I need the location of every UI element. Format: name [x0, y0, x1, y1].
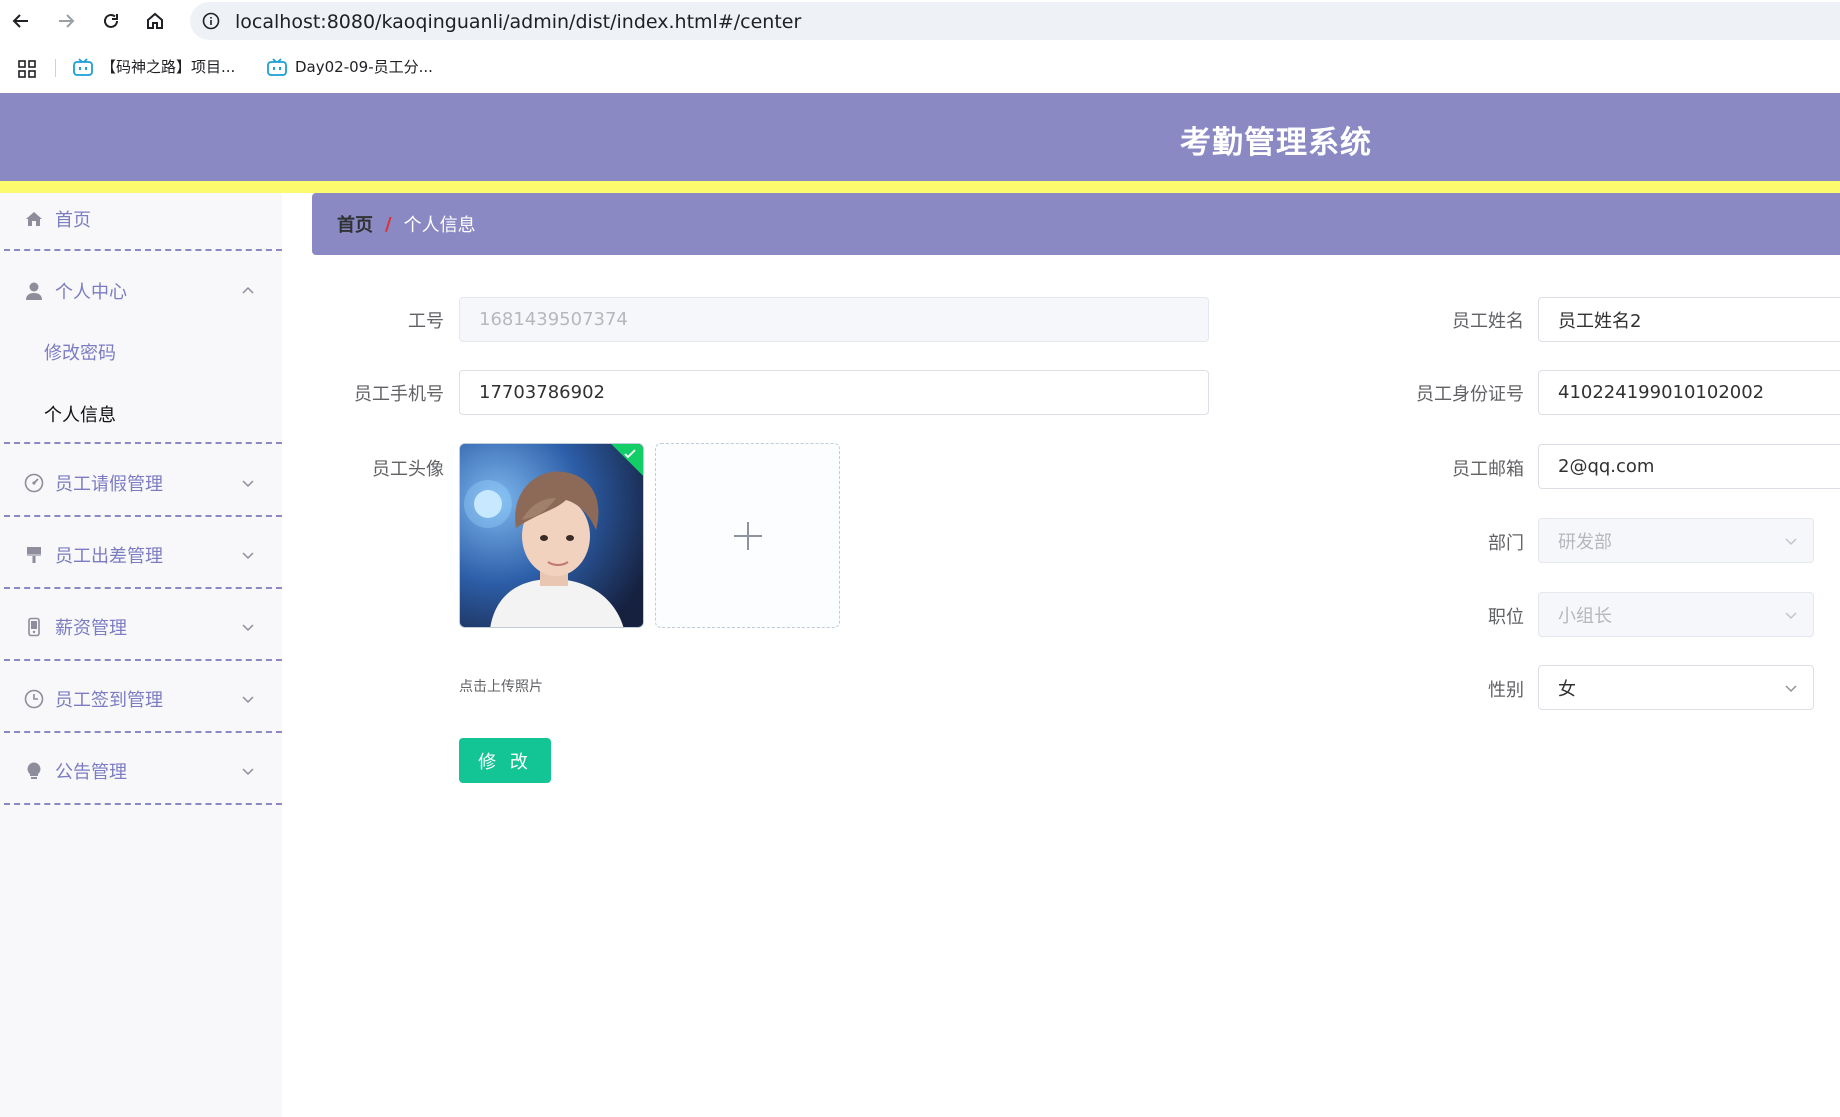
sidebar-item-label: 员工签到管理 — [55, 690, 163, 711]
bookmarks-bar: 【码神之路】项目... Day02-09-员工分... — [0, 50, 1840, 86]
submit-button[interactable]: 修 改 — [459, 738, 551, 783]
check-icon — [624, 449, 636, 459]
idcard-label: 员工身份证号 — [1416, 384, 1524, 405]
user-icon — [24, 281, 44, 301]
breadcrumb-separator: / — [385, 213, 392, 235]
position-select: 小组长 — [1538, 592, 1814, 637]
gender-value: 女 — [1558, 678, 1576, 700]
bookmark-label: Day02-09-员工分... — [295, 58, 433, 76]
sidebar: 首页 个人中心 修改密码 个人信息 员工请假管理 员工出差管理 薪资管理 员工签… — [0, 193, 282, 1117]
app-header: 考勤管理系统 — [0, 93, 1840, 181]
bookmark-2[interactable]: Day02-09-员工分... — [267, 56, 433, 77]
bookmark-separator — [55, 59, 56, 77]
bookmark-label: 【码神之路】项目... — [101, 58, 236, 76]
sidebar-item-business-trip[interactable]: 员工出差管理 — [0, 541, 282, 569]
sidebar-sub-personal-info[interactable]: 个人信息 — [44, 401, 116, 427]
name-label: 员工姓名 — [1452, 311, 1524, 332]
avatar-label: 员工头像 — [372, 459, 444, 480]
position-label: 职位 — [1488, 607, 1524, 628]
position-value: 小组长 — [1558, 605, 1612, 627]
chevron-down-icon — [242, 768, 254, 776]
gender-select[interactable]: 女 — [1538, 665, 1814, 710]
chevron-down-icon — [242, 696, 254, 704]
menu-divider — [4, 731, 282, 733]
chevron-down-icon — [1785, 538, 1797, 546]
sidebar-item-label: 首页 — [55, 210, 91, 231]
sidebar-item-notice[interactable]: 公告管理 — [0, 757, 282, 785]
sidebar-item-sign-in[interactable]: 员工签到管理 — [0, 685, 282, 713]
sidebar-item-label: 公告管理 — [55, 762, 127, 783]
email-label: 员工邮箱 — [1452, 459, 1524, 480]
upload-tip: 点击上传照片 — [459, 679, 543, 695]
chevron-down-icon — [242, 552, 254, 560]
avatar-upload-button[interactable] — [655, 443, 840, 628]
arrow-right-icon — [59, 14, 75, 28]
dashboard-icon — [24, 473, 44, 493]
phone-label: 员工手机号 — [354, 384, 444, 405]
sidebar-item-personal-center[interactable]: 个人中心 — [0, 277, 282, 305]
home-icon — [24, 209, 44, 229]
sidebar-item-leave[interactable]: 员工请假管理 — [0, 469, 282, 497]
browser-toolbar: localhost:8080/kaoqinguanli/admin/dist/i… — [0, 0, 1840, 42]
menu-divider — [4, 249, 282, 251]
sidebar-sub-change-password[interactable]: 修改密码 — [44, 339, 116, 365]
sidebar-item-label: 个人中心 — [55, 282, 127, 303]
email-input[interactable]: 2@qq.com — [1538, 444, 1840, 489]
bookmark-1[interactable]: 【码神之路】项目... — [73, 56, 235, 77]
gender-label: 性别 — [1488, 680, 1524, 701]
arrow-left-icon — [12, 14, 28, 28]
sidebar-item-label: 员工请假管理 — [55, 474, 163, 495]
gonghao-label: 工号 — [408, 311, 444, 332]
dept-label: 部门 — [1488, 533, 1524, 554]
header-strip — [0, 181, 1840, 193]
chevron-down-icon — [1785, 685, 1797, 693]
mobile-icon — [24, 617, 44, 637]
forward-button[interactable] — [53, 8, 79, 34]
bulb-icon — [24, 761, 44, 781]
avatar-image[interactable] — [459, 443, 644, 628]
home-page-button[interactable] — [142, 8, 168, 34]
menu-divider — [4, 659, 282, 661]
breadcrumb-home[interactable]: 首页 — [337, 211, 373, 237]
phone-input[interactable]: 17703786902 — [459, 370, 1209, 415]
reload-icon — [104, 13, 118, 28]
clock-icon — [24, 689, 44, 709]
bilibili-icon — [73, 57, 93, 76]
apps-grid-icon[interactable] — [18, 60, 36, 78]
url-text: localhost:8080/kaoqinguanli/admin/dist/i… — [235, 11, 802, 33]
chevron-up-icon — [242, 286, 254, 294]
menu-divider — [4, 515, 282, 517]
gonghao-input: 1681439507374 — [459, 297, 1209, 342]
chevron-down-icon — [242, 480, 254, 488]
address-bar[interactable]: localhost:8080/kaoqinguanli/admin/dist/i… — [190, 2, 1840, 40]
chevron-down-icon — [1785, 612, 1797, 620]
name-input[interactable]: 员工姓名2 — [1538, 297, 1840, 342]
brush-icon — [24, 545, 44, 565]
sidebar-item-label: 员工出差管理 — [55, 546, 163, 567]
avatar-photo — [460, 444, 643, 627]
dept-select: 研发部 — [1538, 518, 1814, 563]
info-icon[interactable] — [202, 12, 220, 30]
chevron-down-icon — [242, 624, 254, 632]
house-icon — [147, 12, 163, 29]
menu-divider — [4, 587, 282, 589]
sidebar-item-salary[interactable]: 薪资管理 — [0, 613, 282, 641]
menu-divider — [4, 442, 282, 444]
dept-value: 研发部 — [1558, 531, 1612, 553]
back-button[interactable] — [8, 8, 34, 34]
app-title: 考勤管理系统 — [1180, 125, 1372, 161]
breadcrumb-current: 个人信息 — [403, 215, 476, 236]
plus-icon — [733, 521, 762, 550]
menu-divider — [4, 803, 282, 805]
sidebar-item-label: 薪资管理 — [55, 618, 127, 639]
sidebar-item-home[interactable]: 首页 — [0, 205, 282, 233]
breadcrumb: 首页 / 个人信息 — [312, 193, 1840, 255]
reload-button[interactable] — [98, 8, 124, 34]
bilibili-icon — [267, 57, 287, 76]
idcard-input[interactable]: 410224199010102002 — [1538, 370, 1840, 415]
